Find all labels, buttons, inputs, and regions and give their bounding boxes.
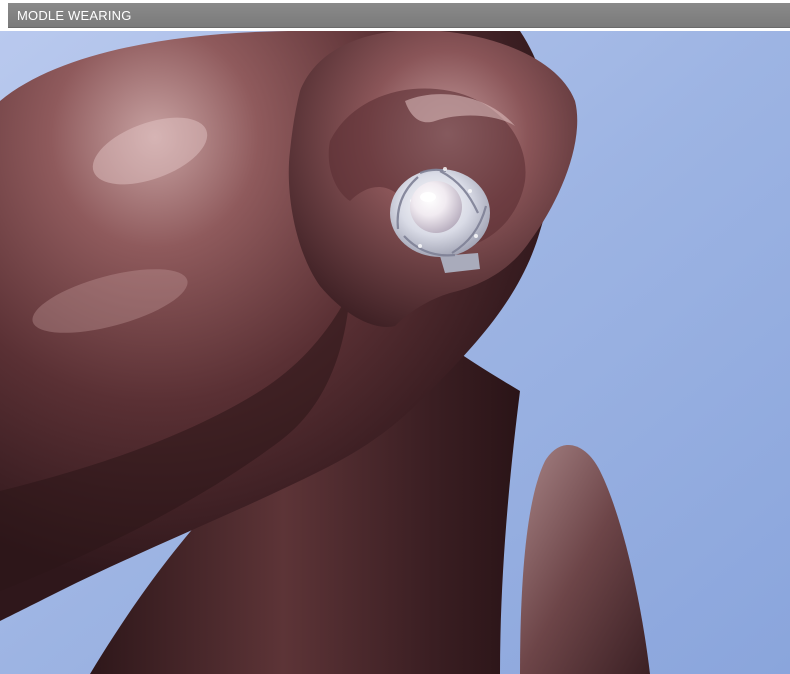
section-title: MODLE WEARING xyxy=(17,8,132,23)
earring-pearl xyxy=(410,181,462,233)
earring-model-image xyxy=(0,31,790,674)
pearl-highlight xyxy=(420,192,436,202)
section-header-bar: MODLE WEARING xyxy=(8,3,790,28)
product-photo xyxy=(0,31,790,674)
